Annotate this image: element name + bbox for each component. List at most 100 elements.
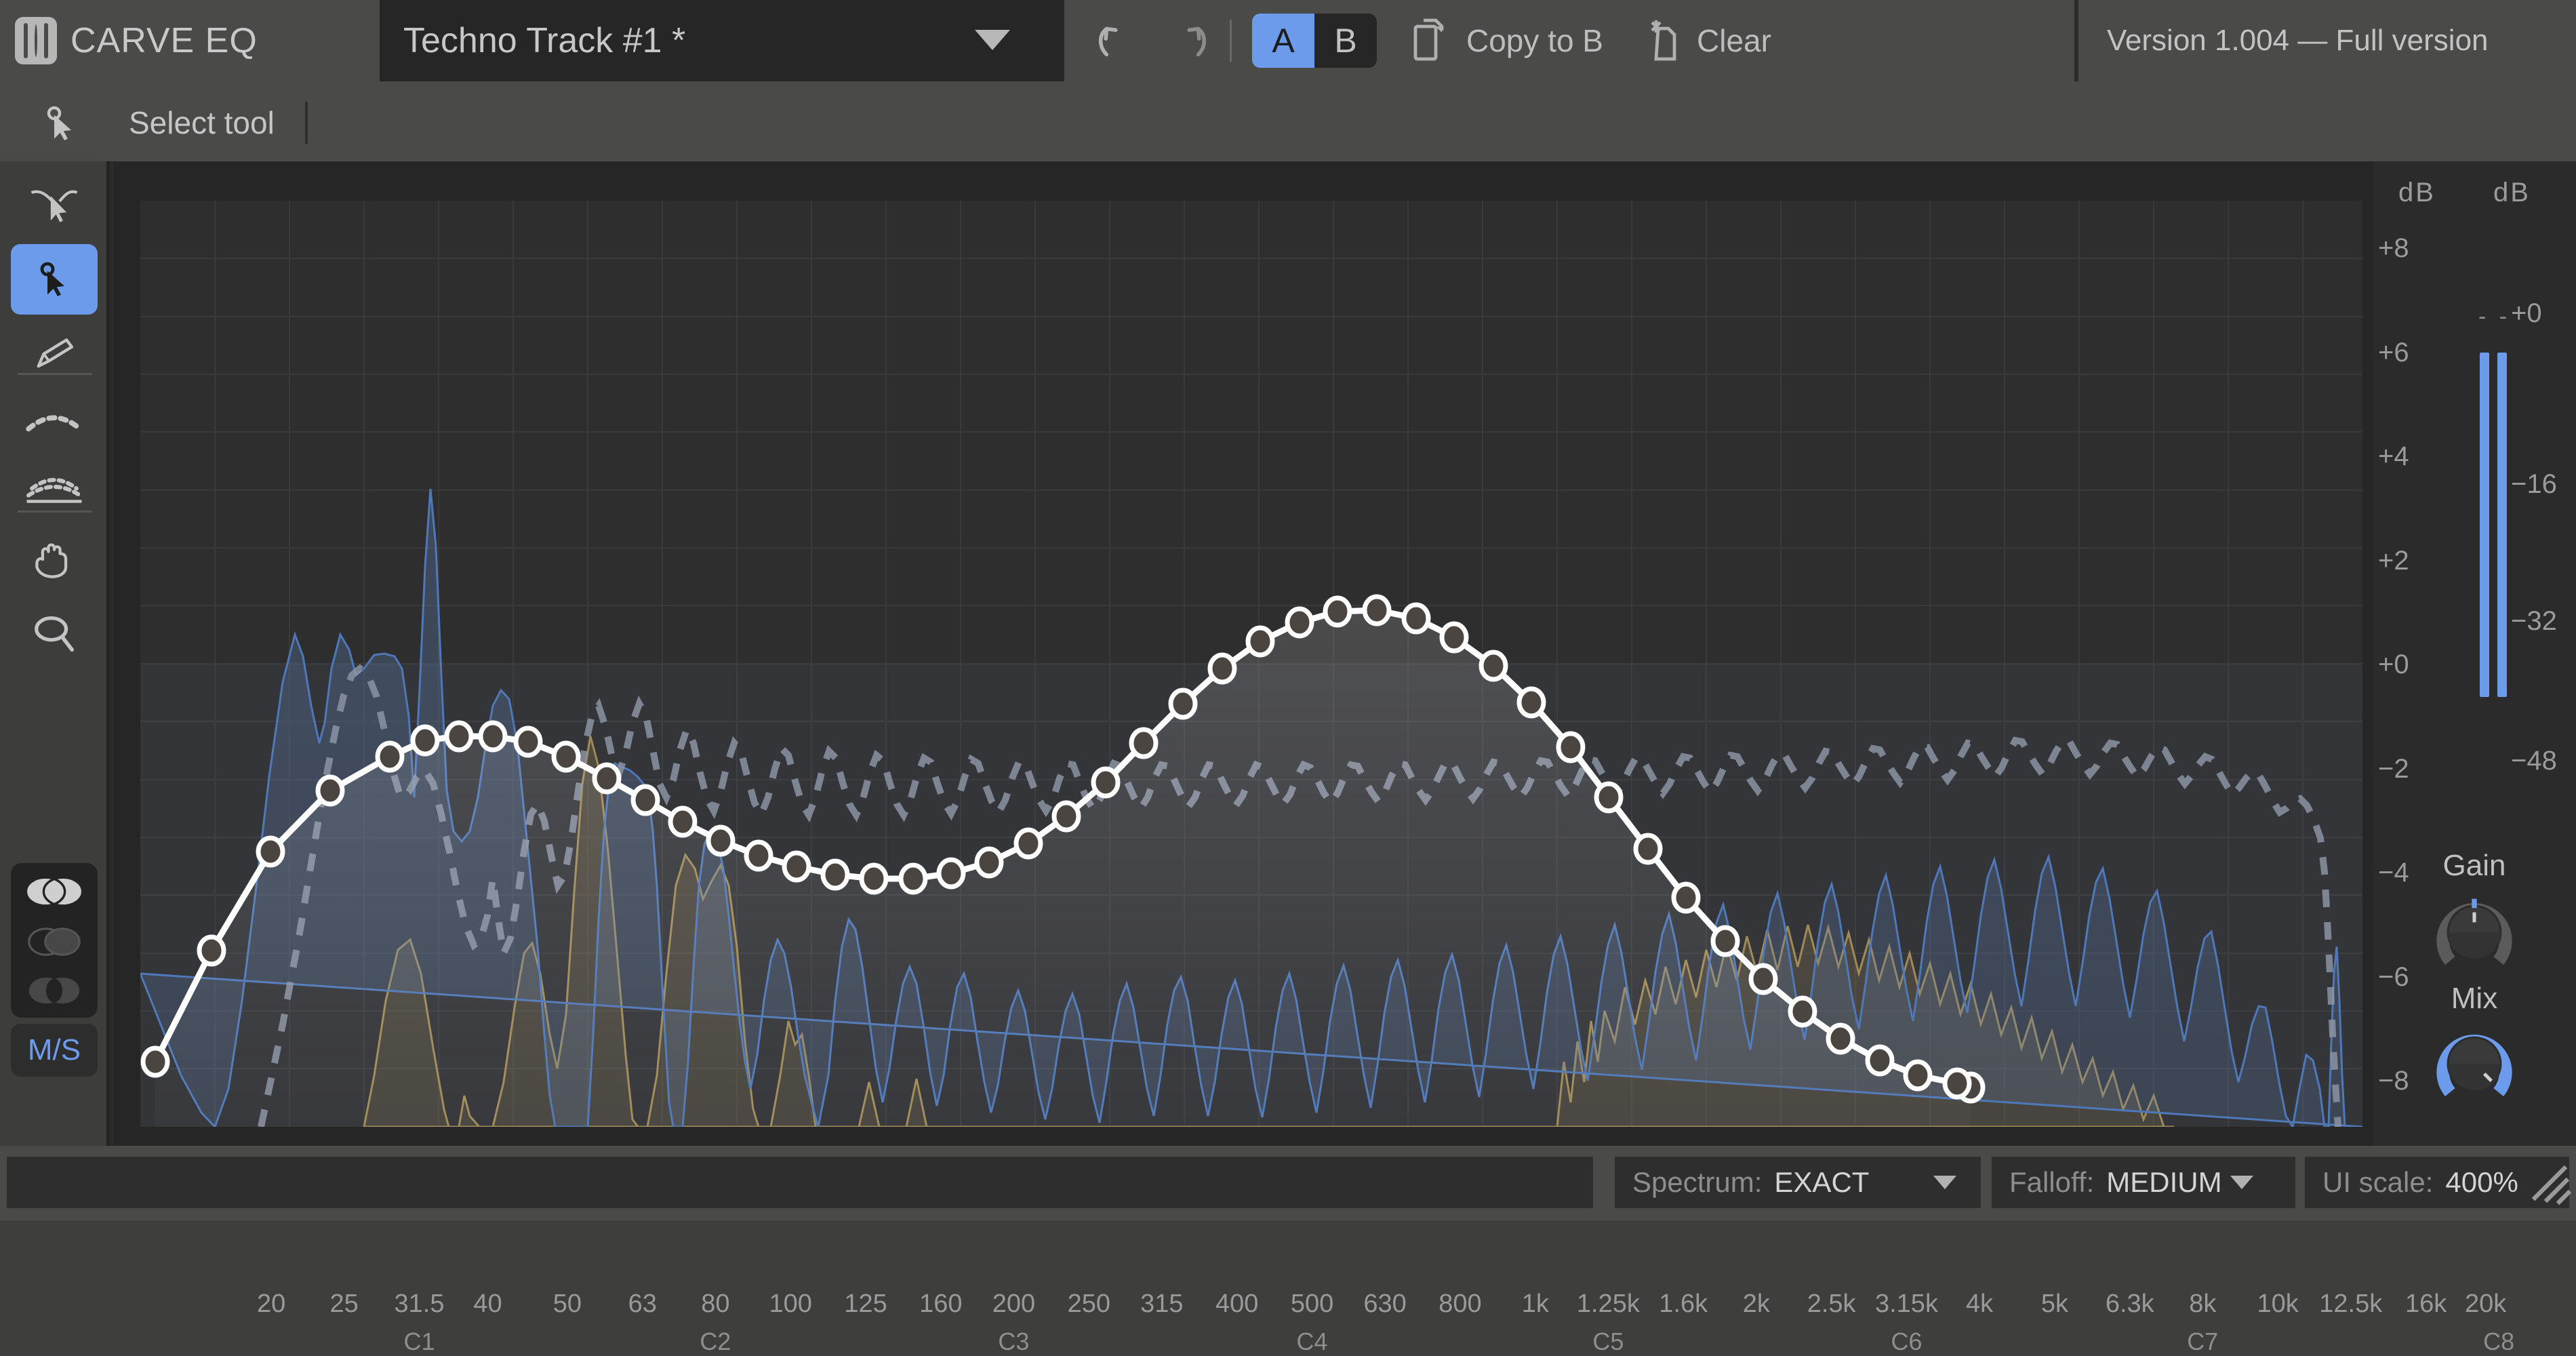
venn-right-icon (24, 974, 85, 1007)
gain-knob-dial (2432, 890, 2517, 975)
context-divider (305, 102, 308, 144)
eq-node (939, 860, 963, 887)
gain-knob[interactable] (2432, 890, 2517, 975)
frequency-tick-label: 200 (992, 1290, 1035, 1319)
note-tick-label: C4 (1297, 1328, 1328, 1356)
copy-to-b-button[interactable]: Copy to B (1408, 0, 1603, 81)
sidebar-item-zoom-tool[interactable] (11, 599, 98, 669)
meter-tick-label: +0 (2511, 298, 2542, 329)
db-axis-header: dB (2398, 178, 2436, 208)
db-tick-label: −2 (2378, 754, 2409, 784)
eq-node (516, 728, 540, 755)
frequency-tick-label: 16k (2405, 1290, 2447, 1319)
eq-node (318, 777, 342, 804)
db-tick-label: +0 (2378, 650, 2409, 680)
frequency-tick-label: 1.25k (1577, 1290, 1640, 1319)
frequency-tick-label: 500 (1291, 1290, 1333, 1319)
eq-node (1442, 624, 1466, 651)
frequency-tick-label: 6.3k (2106, 1290, 2154, 1319)
app-title: CARVE EQ (71, 20, 258, 61)
frequency-tick-label: 25 (330, 1290, 359, 1319)
eq-node (1945, 1070, 1969, 1097)
meter-peak-readout: - - (2478, 304, 2510, 330)
venn-left-icon (24, 925, 85, 958)
clear-label: Clear (1697, 22, 1771, 59)
frequency-tick-label: 250 (1068, 1290, 1110, 1319)
frequency-tick-label: 1.6k (1659, 1290, 1708, 1319)
frequency-tick-label: 2k (1743, 1290, 1770, 1319)
note-tick-label: C1 (403, 1328, 435, 1356)
clear-icon (1638, 16, 1682, 65)
falloff-select[interactable]: Falloff: MEDIUM (1992, 1157, 2295, 1208)
frequency-tick-label: 2.5k (1807, 1290, 1856, 1319)
eq-node (1674, 884, 1698, 911)
sidebar-item-single-curve-tool[interactable] (11, 385, 98, 456)
eq-plot[interactable] (140, 201, 2362, 1127)
frequency-tick-label: 315 (1140, 1290, 1183, 1319)
eq-display[interactable]: 202531.540506380100125160200250315400500… (113, 161, 2373, 1146)
eq-node (1365, 597, 1389, 624)
tool-context-bar: Select tool (0, 81, 2576, 161)
frequency-tick-label: 63 (628, 1290, 657, 1319)
app-logo: CARVE EQ (0, 0, 380, 81)
sidebar-item-select-tool[interactable] (11, 244, 98, 315)
slot-b-button[interactable]: B (1314, 14, 1377, 68)
left-channel-mode-button[interactable] (11, 916, 98, 968)
eq-node (823, 861, 847, 888)
frequency-tick-label: 4k (1966, 1290, 1993, 1319)
mix-knob[interactable] (2432, 1021, 2517, 1106)
eq-node (1131, 730, 1156, 757)
cursor-click-icon (34, 259, 75, 300)
version-area: Version 1.004 — Full version (2074, 0, 2576, 81)
arrow-smooth-icon (28, 184, 81, 226)
frequency-tick-label: 160 (919, 1290, 962, 1319)
preset-selector[interactable]: Techno Track #1 * (380, 0, 1064, 81)
meter-tick-label: −48 (2511, 746, 2557, 776)
eq-node (670, 808, 695, 835)
sidebar-item-smooth-select-tool[interactable] (11, 170, 98, 240)
eq-node (633, 786, 658, 814)
redo-button[interactable] (1165, 0, 1212, 81)
spectrum-select[interactable]: Spectrum: EXACT (1615, 1157, 1981, 1208)
eq-node (1596, 784, 1621, 811)
frequency-tick-label: 800 (1438, 1290, 1481, 1319)
chevron-down-icon (975, 30, 1010, 50)
db-tick-label: +2 (2378, 546, 2409, 576)
resize-grip-icon[interactable] (2527, 1159, 2572, 1207)
frequency-tick-label: 100 (769, 1290, 811, 1319)
eq-node (199, 937, 224, 964)
frequency-axis: 202531.540506380100125160200250315400500… (254, 1290, 2491, 1317)
eq-node (378, 743, 402, 770)
top-toolbar: CARVE EQ Techno Track #1 * (0, 0, 2576, 81)
frequency-tick-label: 12.5k (2319, 1290, 2382, 1319)
stereo-level-meter (2480, 353, 2511, 697)
active-tool-label: Select tool (129, 104, 275, 141)
eq-node (1519, 689, 1544, 716)
undo-button[interactable] (1093, 0, 1140, 81)
note-axis: C1C2C3C4C5C6C7C8C9 (254, 1328, 2491, 1355)
meter-header: dB (2493, 178, 2531, 208)
clear-button[interactable]: Clear (1638, 0, 1771, 81)
mid-side-mode-button[interactable]: M/S (11, 1024, 98, 1077)
eq-node (862, 865, 886, 892)
slot-a-button[interactable]: A (1252, 14, 1314, 68)
falloff-value: MEDIUM (2106, 1166, 2221, 1199)
tool-rail: M/S (0, 161, 110, 1146)
sidebar-item-pencil-tool[interactable] (11, 319, 98, 389)
eq-node (708, 827, 733, 854)
meter-tick-label: −16 (2511, 469, 2557, 500)
frequency-tick-label: 400 (1215, 1290, 1258, 1319)
eq-node (784, 853, 809, 880)
eq-node (1093, 769, 1118, 796)
redo-icon (1165, 17, 1212, 64)
right-channel-mode-button[interactable] (11, 965, 98, 1016)
stereo-link-mode-button[interactable] (11, 866, 98, 917)
eq-node (1171, 690, 1195, 717)
spectrum-label: Spectrum: (1632, 1166, 1762, 1199)
sidebar-item-pan-tool[interactable] (11, 524, 98, 595)
eq-node (1790, 998, 1815, 1025)
frequency-tick-label: 630 (1363, 1290, 1406, 1319)
frequency-tick-label: 20 (257, 1290, 285, 1319)
frequency-tick-label: 125 (844, 1290, 887, 1319)
eq-node (1210, 655, 1234, 682)
